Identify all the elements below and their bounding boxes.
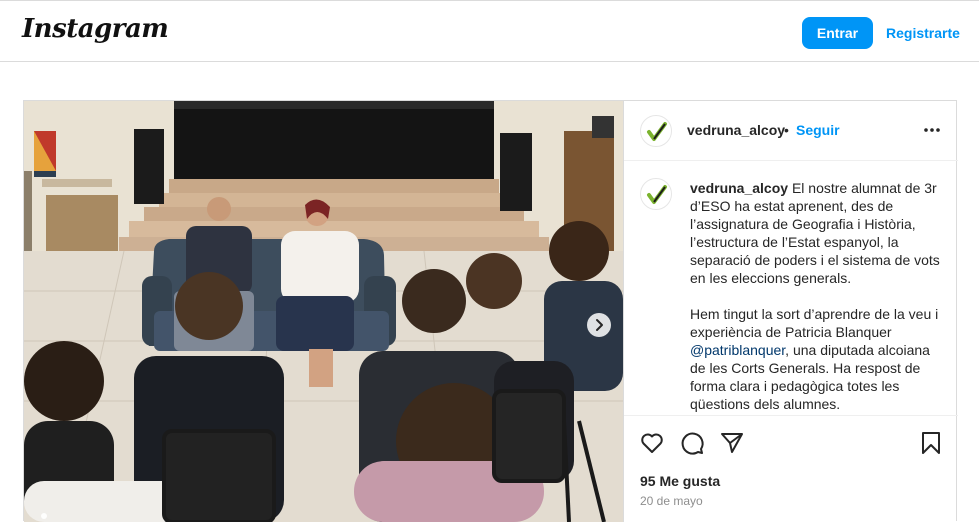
caption-username[interactable]: vedruna_alcoy <box>690 180 788 196</box>
post-date[interactable]: 20 de mayo <box>640 494 703 508</box>
top-navigation-bar: Instagram Entrar Registrarte <box>0 0 979 62</box>
post-header: vedruna_alcoy • Seguir <box>624 101 958 161</box>
likes-count[interactable]: 95 Me gusta <box>640 473 720 489</box>
carousel-indicator <box>41 513 47 519</box>
post-photo[interactable] <box>24 101 623 522</box>
heart-icon[interactable] <box>639 430 665 456</box>
post-container: vedruna_alcoy • Seguir vedruna_alcoy El … <box>23 100 958 522</box>
follow-button[interactable]: Seguir <box>796 122 840 138</box>
signup-link[interactable]: Registrarte <box>886 17 960 49</box>
bookmark-icon[interactable] <box>918 430 944 456</box>
caption-paragraph-1: vedruna_alcoy El nostre alumnat de 3r d’… <box>690 179 940 287</box>
post-username[interactable]: vedruna_alcoy <box>687 122 785 138</box>
chevron-right-icon <box>596 319 603 331</box>
mention-link[interactable]: @patriblanquer <box>690 342 785 358</box>
caption-avatar[interactable] <box>640 178 672 210</box>
comment-icon[interactable] <box>679 430 705 456</box>
instagram-logo[interactable]: Instagram <box>22 14 169 44</box>
vedruna-logo-icon <box>647 185 667 204</box>
vedruna-logo-icon <box>647 122 667 141</box>
more-options-icon[interactable] <box>922 123 942 137</box>
profile-avatar[interactable] <box>640 115 672 147</box>
separator-dot: • <box>784 122 789 138</box>
post-photo-illustration <box>24 101 623 522</box>
caption-text-2a: Hem tingut la sort d’aprendre de la veu … <box>690 306 939 340</box>
post-caption: vedruna_alcoy El nostre alumnat de 3r d’… <box>690 179 940 431</box>
post-side-panel: vedruna_alcoy • Seguir vedruna_alcoy El … <box>623 101 958 522</box>
send-icon[interactable] <box>719 430 745 456</box>
post-actions: 95 Me gusta 20 de mayo <box>624 415 958 522</box>
login-button[interactable]: Entrar <box>802 17 873 49</box>
next-photo-button[interactable] <box>587 313 611 337</box>
caption-paragraph-2: Hem tingut la sort d’aprendre de la veu … <box>690 305 940 413</box>
